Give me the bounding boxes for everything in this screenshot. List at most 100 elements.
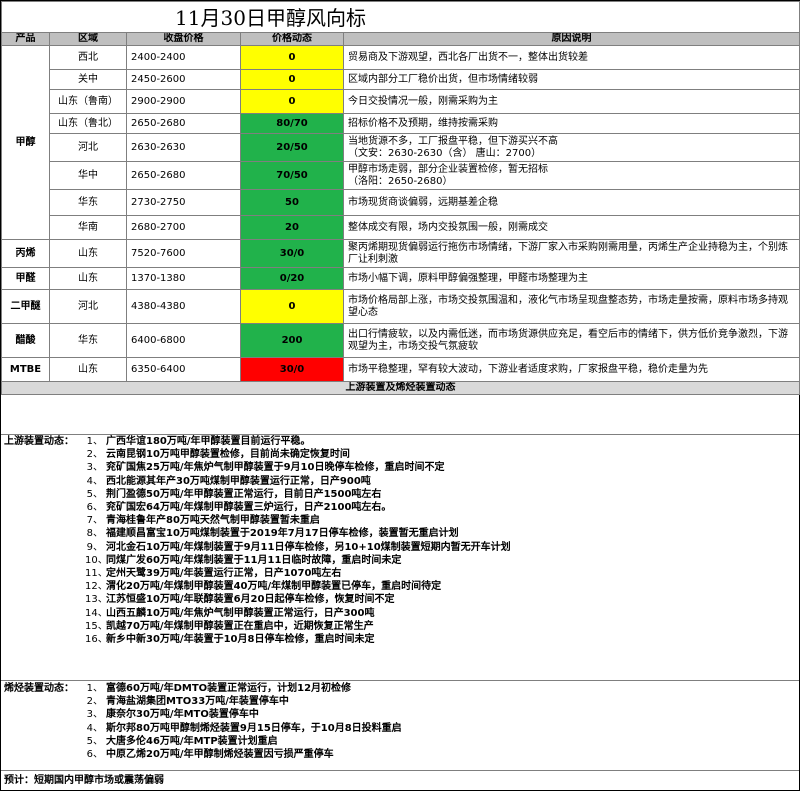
page-title: 11月30日甲醇风向标	[175, 6, 366, 30]
price-move-cell: 0/20	[240, 267, 344, 290]
region-cell: 山东	[49, 357, 127, 382]
item-text: 凯越70万吨/年煤制甲醇装置正在重启中，近期恢复正常生产	[106, 620, 374, 632]
item-number: 4、	[86, 722, 103, 734]
forecast-text: 预计：短期国内甲醇市场或震荡偏弱	[1, 770, 799, 790]
item-number: 5、	[86, 488, 103, 500]
price-cell: 4380-4380	[126, 289, 241, 324]
region-cell: 华东	[49, 323, 127, 358]
item-number: 1、	[86, 683, 103, 694]
table-row: MTBE 山东 6350-6400 30/0 市场平稳整理，罕有较大波动，下游业者适度求…	[1, 357, 800, 382]
list-item: 13、江苏恒盛10万吨/年联醇装置6月20日起停车检修，恢复时间不定	[85, 593, 511, 606]
item-text: 中原乙烯20万吨/年甲醇制烯烃装置因亏损严重停车	[106, 749, 334, 761]
item-text: 富德60万吨/年DMTO装置正常运行，计划12月初检修	[106, 683, 352, 694]
price-cell: 2650-2680	[126, 113, 241, 134]
price-move-cell: 80/70	[240, 113, 344, 134]
item-text: 青海盐湖集团MTO33万吨/年装置停车中	[106, 696, 289, 708]
region-cell: 关中	[49, 69, 127, 90]
table-row: 丙烯 山东 7520-7600 30/0 聚丙烯期现货偏弱运行拖伤市场情绪，下游厂家入市…	[1, 239, 800, 268]
reason-cell: 甲醇市场走弱，部分企业装置检修，暂无招标 （洛阳：2650-2680）	[342, 161, 800, 190]
item-text: 大唐多伦46万吨/年MTP装置计划重启	[106, 735, 278, 747]
reason-cell: 今日交投情况一般，刚需采购为主	[342, 89, 800, 114]
region-cell: 西北	[49, 45, 127, 70]
header-move: 价格动态	[240, 32, 344, 46]
item-text: 康奈尔30万吨/年MTO装置停车中	[106, 709, 259, 721]
item-text: 荆门盈德50万吨/年甲醇装置正常运行，目前日产1500吨左右	[106, 488, 382, 500]
item-number: 3、	[86, 709, 103, 721]
reason-cell: 市场小幅下调，原料甲醇偏强整理，甲醛市场整理为主	[342, 267, 800, 290]
product-cell: 醋酸	[1, 323, 50, 358]
upstream-section: 上游装置动态： 1、 广西华谊180万吨/年甲醇装置目前运行平稳。 2、 云南昆钢10…	[1, 434, 799, 680]
header-reason: 原因说明	[342, 32, 800, 46]
item-number: 8、	[86, 528, 103, 540]
header-region: 区域	[49, 32, 127, 46]
price-cell: 6400-6800	[126, 323, 241, 358]
reason-cell: 整体成交有限，场内交投氛围一般，刚需成交	[342, 215, 800, 240]
table-body: 甲醇 西北 2400-2400 0 贸易商及下游观望，西北各厂出货不一，整体出货较差 关中…	[1, 45, 800, 382]
upstream-list: 1、 广西华谊180万吨/年甲醇装置目前运行平稳。 2、 云南昆钢10万吨甲醇装置检修…	[85, 435, 511, 646]
list-item: 2、 云南昆钢10万吨甲醇装置检修，目前尚未确定恢复时间	[85, 448, 511, 461]
list-item: 15、凯越70万吨/年煤制甲醇装置正在重启中，近期恢复正常生产	[85, 620, 511, 633]
item-text: 斯尔邦80万吨甲醇制烯烃装置9月15日停车，于10月8日投料重启	[106, 722, 402, 734]
reason-cell: 出口行情疲软，以及内需低迷，而市场货源供应充足，看空后市的情绪下，供方低价竞争激…	[342, 323, 800, 358]
list-item: 10、同煤广发60万吨/年煤制装置于11月11日临时故障，重启时间未定	[85, 554, 511, 567]
item-text: 云南昆钢10万吨甲醇装置检修，目前尚未确定恢复时间	[106, 449, 350, 461]
list-item: 5、 大唐多伦46万吨/年MTP装置计划重启	[85, 735, 402, 748]
product-cell: 二甲醚	[1, 289, 50, 324]
price-move-cell: 50	[240, 189, 344, 216]
list-item: 6、 中原乙烯20万吨/年甲醇制烯烃装置因亏损严重停车	[85, 748, 402, 761]
item-number: 14、	[85, 607, 108, 619]
region-cell: 河北	[49, 133, 127, 162]
table-row: 河北 2630-2630 20/50 当地货源不多，工厂报盘平稳，但下游买兴不高 （文…	[2, 133, 800, 162]
list-item: 1、 富德60万吨/年DMTO装置正常运行，计划12月初检修	[85, 682, 402, 695]
list-item: 3、 康奈尔30万吨/年MTO装置停车中	[85, 708, 402, 721]
item-number: 6、	[86, 502, 103, 514]
reason-cell: 市场价格局部上涨，市场交投氛围温和，液化气市场呈现盘整态势，市场走量按需，原料市…	[342, 289, 800, 324]
reason-cell: 区域内部分工厂稳价出货，但市场情绪较弱	[342, 69, 800, 90]
product-cell: 丙烯	[1, 239, 50, 268]
price-cell: 6350-6400	[126, 357, 241, 382]
region-cell: 华中	[49, 161, 127, 190]
price-move-cell: 0	[240, 89, 344, 114]
item-number: 7、	[86, 515, 103, 527]
header-price: 收盘价格	[126, 32, 241, 46]
item-number: 12、	[85, 581, 108, 593]
item-number: 13、	[85, 594, 108, 606]
reason-cell: 当地货源不多，工厂报盘平稳，但下游买兴不高 （文安：2630-2630（含） 唐…	[342, 133, 800, 162]
region-cell: 山东（鲁南）	[49, 89, 127, 114]
table-row: 甲醛 山东 1370-1380 0/20 市场小幅下调，原料甲醇偏强整理，甲醛市场整理为…	[1, 267, 800, 290]
item-text: 定州天鹭39万吨/年装置运行正常，日产1070吨左右	[106, 568, 342, 580]
list-item: 7、 青海桂鲁年产80万吨天然气制甲醇装置暂未重启	[85, 514, 511, 527]
list-item: 16、新乡中新30万吨/年装置于10月8日停车检修，重启时间未定	[85, 633, 511, 646]
item-text: 新乡中新30万吨/年装置于10月8日停车检修，重启时间未定	[106, 634, 375, 646]
price-cell: 2450-2600	[126, 69, 241, 90]
table-row: 山东（鲁南） 2900-2900 0 今日交投情况一般，刚需采购为主	[2, 89, 800, 114]
title-row: 11月30日甲醇风向标	[0, 1, 800, 33]
reason-cell: 招标价格不及预期，维持按需采购	[342, 113, 800, 134]
price-move-cell: 0	[240, 45, 344, 70]
table-row: 山东（鲁北） 2650-2680 80/70 招标价格不及预期，维持按需采购	[2, 113, 800, 134]
reason-cell: 市场现货商谈偏弱，远期基差企稳	[342, 189, 800, 216]
price-cell: 7520-7600	[126, 239, 241, 268]
list-item: 1、 广西华谊180万吨/年甲醇装置目前运行平稳。	[85, 435, 511, 448]
item-number: 16、	[85, 634, 108, 646]
item-number: 9、	[86, 541, 103, 553]
item-number: 5、	[86, 735, 103, 747]
list-item: 11、定州天鹭39万吨/年装置运行正常，日产1070吨左右	[85, 567, 511, 580]
item-text: 江苏恒盛10万吨/年联醇装置6月20日起停车检修，恢复时间不定	[106, 594, 395, 606]
list-item: 12、渭化20万吨/年煤制甲醇装置40万吨/年煤制甲醇装置已停车，重启时间待定	[85, 580, 511, 593]
table-row: 华南 2680-2700 20 整体成交有限，场内交投氛围一般，刚需成交	[2, 215, 800, 240]
report-page: 11月30日甲醇风向标 产品 区域 收盘价格 价格动态 原因说明 甲醇 西北 240…	[0, 0, 800, 791]
product-cell: MTBE	[1, 357, 50, 382]
item-number: 4、	[86, 475, 103, 487]
list-item: 14、山西五麟10万吨/年焦炉气制甲醇装置正常运行，日产300吨	[85, 607, 511, 620]
list-item: 3、 兖矿国焦25万吨/年焦炉气制甲醇装置于9月10日晚停车检修，重启时间不定	[85, 461, 511, 474]
item-text: 兖矿国焦25万吨/年焦炉气制甲醇装置于9月10日晚停车检修，重启时间不定	[106, 462, 445, 474]
upstream-label: 上游装置动态：	[4, 436, 74, 447]
item-text: 山西五麟10万吨/年焦炉气制甲醇装置正常运行，日产300吨	[106, 607, 375, 619]
reason-cell: 市场平稳整理，罕有较大波动，下游业者适度求购，厂家报盘平稳，稳价走量为先	[342, 357, 800, 382]
item-text: 河北金石10万吨/年煤制装置于9月11日停车检修，另10+10煤制装置短期内暂无…	[106, 541, 511, 553]
list-item: 8、 福建顺昌富宝10万吨煤制装置于2019年7月17日停车检修，装置暂无重启计划	[85, 527, 511, 540]
item-text: 广西华谊180万吨/年甲醇装置目前运行平稳。	[106, 436, 311, 447]
region-cell: 山东	[49, 239, 127, 268]
olefin-label: 烯烃装置动态：	[4, 683, 74, 694]
